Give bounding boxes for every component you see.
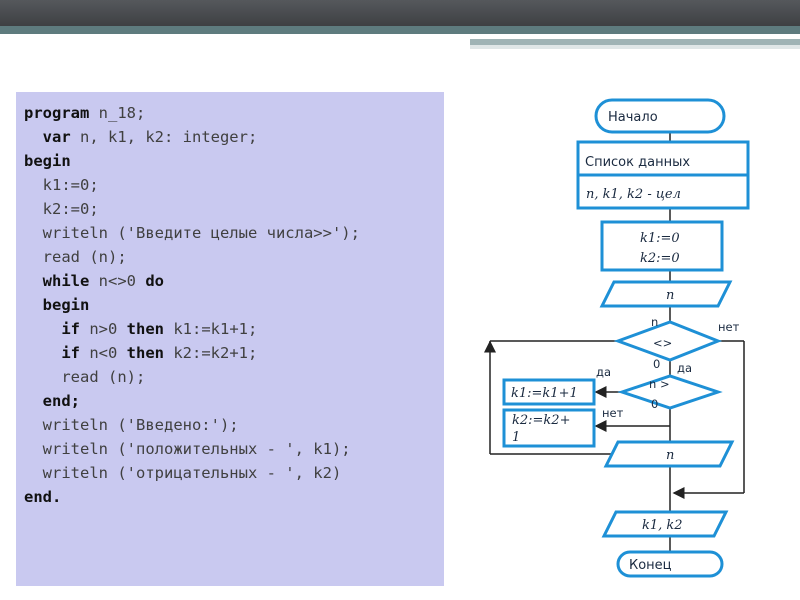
data-header-label: Список данных	[585, 155, 690, 170]
code-text: writeln ('положительных - ', k1);	[42, 440, 351, 458]
code-keyword: end;	[42, 392, 80, 410]
code-keyword: begin	[42, 296, 90, 314]
code-line: begin	[24, 149, 444, 173]
init-k1-label: k1:=0	[640, 231, 680, 246]
code-line: writeln ('Введено:');	[24, 413, 444, 437]
code-keyword: end.	[24, 488, 62, 506]
code-text: writeln ('отрицательных - ', k2)	[42, 464, 342, 482]
code-text: writeln ('Введите целые числа>>');	[42, 224, 360, 242]
code-text: k2:=0;	[42, 200, 99, 218]
if-condition-diamond	[617, 374, 723, 410]
code-keyword: while	[42, 272, 90, 290]
code-line: writeln ('Введите целые числа>>');	[24, 221, 444, 245]
code-text: n<>0	[89, 272, 146, 290]
data-vars-label: n, k1, k2 - цел	[586, 187, 681, 202]
code-line: program n_18;	[24, 101, 444, 125]
code-keyword: then	[126, 344, 164, 362]
cond2-bot-label: 0	[651, 397, 658, 411]
code-keyword: begin	[24, 152, 71, 170]
cond1-mid-label: <>	[653, 336, 672, 350]
code-line: read (n);	[24, 245, 444, 269]
code-line: k2:=0;	[24, 197, 444, 221]
cond2-no-label: нет	[602, 406, 624, 420]
output-label: k1, k2	[642, 518, 683, 533]
cond1-top-label: n	[651, 315, 658, 329]
pascal-code-listing: program n_18; var n, k1, k2: integer; beg…	[16, 92, 444, 586]
code-line: begin	[24, 293, 444, 317]
code-line: writeln ('положительных - ', k1);	[24, 437, 444, 461]
code-text: k1:=0;	[42, 176, 99, 194]
code-keyword: then	[126, 320, 164, 338]
read-n-label: n	[666, 448, 674, 463]
code-text: writeln ('Введено:');	[42, 416, 239, 434]
code-text: read (n);	[42, 248, 127, 266]
code-text: n<0	[80, 344, 127, 362]
code-line: while n<>0 do	[24, 269, 444, 293]
code-text: n_18;	[89, 104, 146, 122]
code-text: n>0	[80, 320, 127, 338]
code-line: end.	[24, 485, 444, 509]
flowchart: Начало Список данных n, k1, k2 - цел k1:…	[484, 98, 750, 578]
code-keyword: program	[24, 104, 90, 122]
init-k2-label: k2:=0	[640, 251, 680, 266]
cond1-no-label: нет	[718, 320, 740, 334]
cond2-yes-label: да	[596, 365, 611, 379]
header-stripe	[0, 26, 800, 34]
code-text: read (n);	[61, 368, 146, 386]
code-line: if n>0 then k1:=k1+1;	[24, 317, 444, 341]
cond1-bot-label: 0	[653, 357, 660, 371]
cond1-yes-label: да	[677, 361, 692, 375]
code-keyword: if	[61, 344, 80, 362]
code-keyword: if	[61, 320, 80, 338]
top-banner	[0, 0, 800, 26]
code-text: n, k1, k2: integer;	[70, 128, 258, 146]
code-text: k1:=k1+1;	[164, 320, 258, 338]
header-accent-stripe-light	[470, 45, 800, 49]
code-line: read (n);	[24, 365, 444, 389]
code-line: var n, k1, k2: integer;	[24, 125, 444, 149]
cond2-top-label: n >	[649, 377, 670, 391]
inc-k2-label-line2: 1	[512, 430, 520, 445]
inc-k2-label-line1: k2:=k2+	[512, 413, 570, 428]
code-line: end;	[24, 389, 444, 413]
start-label: Начало	[608, 110, 658, 125]
code-keyword: var	[42, 128, 71, 146]
input-n-label: n	[666, 288, 674, 303]
code-line: k1:=0;	[24, 173, 444, 197]
code-line: writeln ('отрицательных - ', k2)	[24, 461, 444, 485]
code-line: if n<0 then k2:=k2+1;	[24, 341, 444, 365]
code-text: k2:=k2+1;	[164, 344, 258, 362]
code-keyword: do	[145, 272, 165, 290]
inc-k1-label: k1:=k1+1	[511, 386, 578, 401]
end-label: Конец	[629, 558, 672, 573]
